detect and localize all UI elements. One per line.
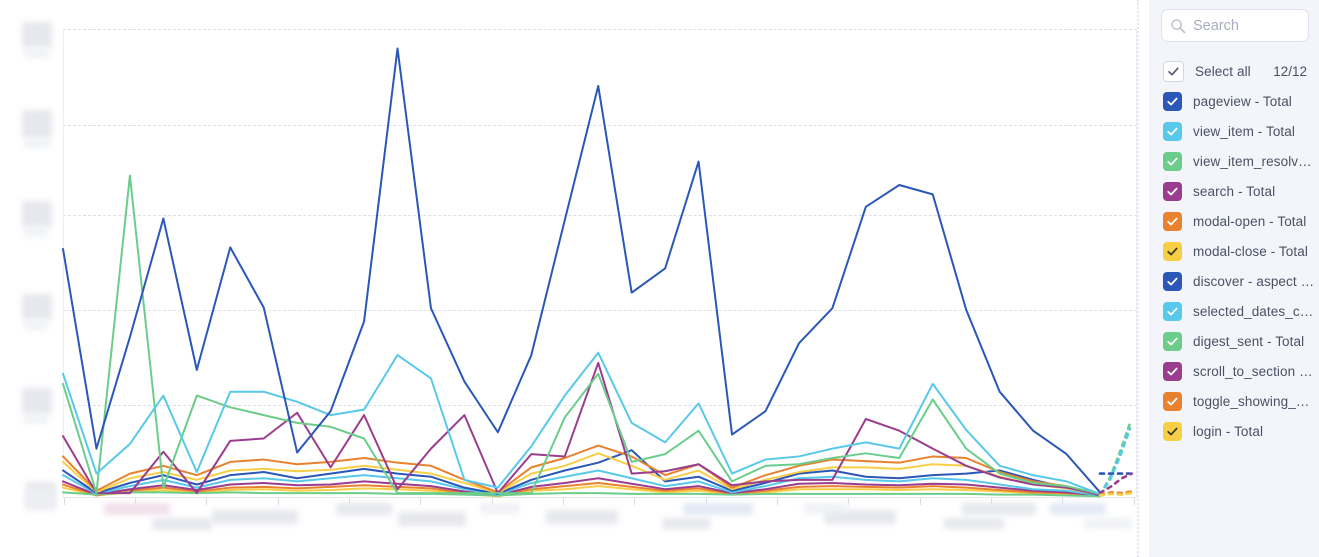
search-icon bbox=[1170, 18, 1186, 34]
series-label: digest_sent - Total bbox=[1193, 333, 1305, 349]
series-line bbox=[62, 174, 1101, 495]
legend-row[interactable]: view_item - Total bbox=[1149, 116, 1319, 146]
series-checkbox[interactable] bbox=[1163, 391, 1182, 411]
analytics-chart-screen: Select all 12/12 pageview - Total view_it… bbox=[0, 0, 1319, 557]
series-checkbox[interactable] bbox=[1163, 121, 1182, 141]
series-label: discover - aspect … bbox=[1193, 273, 1315, 289]
series-label: selected_dates_ch… bbox=[1193, 303, 1315, 319]
series-label: modal-open - Total bbox=[1193, 213, 1307, 229]
series-checkbox[interactable] bbox=[1163, 241, 1182, 261]
legend-row[interactable]: modal-close - Total bbox=[1149, 236, 1319, 266]
series-line bbox=[62, 491, 1101, 498]
series-label: scroll_to_section -… bbox=[1193, 363, 1315, 379]
legend-row[interactable]: digest_sent - Total bbox=[1149, 326, 1319, 356]
series-label: pageview - Total bbox=[1193, 93, 1292, 109]
series-label: modal-close - Total bbox=[1193, 243, 1308, 259]
legend-row[interactable]: discover - aspect … bbox=[1149, 266, 1319, 296]
chart-pane bbox=[0, 0, 1149, 557]
search-box[interactable] bbox=[1161, 9, 1309, 42]
series-checkbox[interactable] bbox=[1163, 421, 1182, 441]
series-checkbox[interactable] bbox=[1163, 91, 1182, 111]
pane-divider bbox=[1137, 0, 1139, 557]
search-input[interactable] bbox=[1193, 17, 1300, 34]
series-checkbox[interactable] bbox=[1163, 331, 1182, 351]
series-checkbox[interactable] bbox=[1163, 151, 1182, 171]
chart-lines bbox=[62, 47, 1134, 498]
series-label: toggle_showing_al… bbox=[1193, 393, 1315, 409]
series-checkbox[interactable] bbox=[1163, 211, 1182, 231]
legend-row[interactable]: modal-open - Total bbox=[1149, 206, 1319, 236]
legend-row[interactable]: toggle_showing_al… bbox=[1149, 386, 1319, 416]
select-all-checkbox[interactable] bbox=[1163, 60, 1184, 82]
series-line bbox=[62, 47, 1101, 494]
series-label: login - Total bbox=[1193, 423, 1264, 439]
series-checkbox[interactable] bbox=[1163, 301, 1182, 321]
legend-row[interactable]: view_item_resolve… bbox=[1149, 146, 1319, 176]
legend-row[interactable]: pageview - Total bbox=[1149, 86, 1319, 116]
series-label: view_item - Total bbox=[1193, 123, 1295, 139]
legend-row[interactable]: search - Total bbox=[1149, 176, 1319, 206]
legend-row[interactable]: selected_dates_ch… bbox=[1149, 296, 1319, 326]
series-label: view_item_resolve… bbox=[1193, 153, 1315, 169]
legend-list: Select all 12/12 pageview - Total view_it… bbox=[1149, 56, 1319, 446]
projection-line bbox=[1098, 472, 1134, 495]
series-checkbox[interactable] bbox=[1163, 271, 1182, 291]
selected-count: 12/12 bbox=[1273, 63, 1307, 79]
series-label: search - Total bbox=[1193, 183, 1276, 199]
legend-row[interactable]: scroll_to_section -… bbox=[1149, 356, 1319, 386]
series-checkbox[interactable] bbox=[1163, 181, 1182, 201]
series-checkbox[interactable] bbox=[1163, 361, 1182, 381]
legend-row-select-all[interactable]: Select all 12/12 bbox=[1149, 56, 1319, 86]
series-legend-panel: Select all 12/12 pageview - Total view_it… bbox=[1149, 0, 1319, 557]
legend-row[interactable]: login - Total bbox=[1149, 416, 1319, 446]
select-all-label: Select all bbox=[1195, 63, 1251, 79]
